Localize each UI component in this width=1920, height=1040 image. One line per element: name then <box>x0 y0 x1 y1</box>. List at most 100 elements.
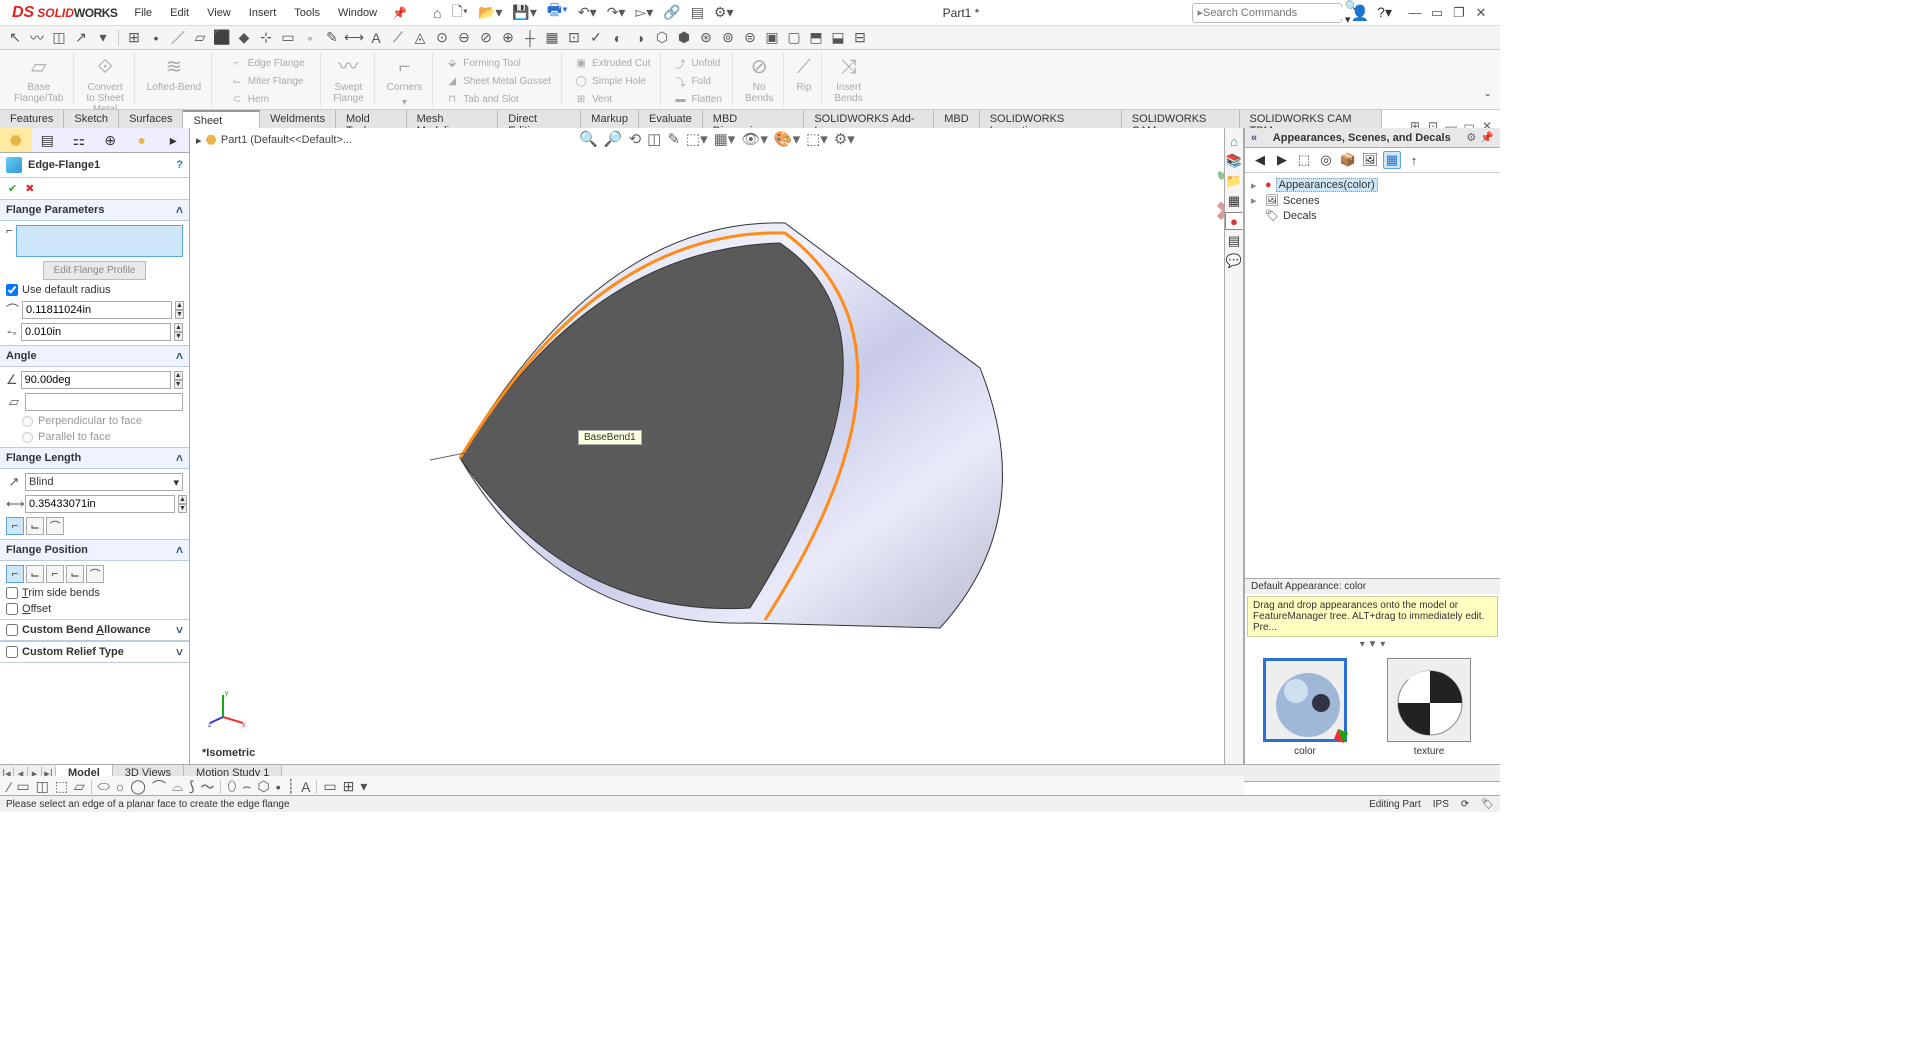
section-custom-bend-allowance[interactable]: Custom Bend Allowance ˅ <box>0 619 189 641</box>
collapse-pane-icon[interactable]: « <box>1251 132 1257 144</box>
reference-face-input[interactable] <box>25 393 183 411</box>
display-manager-tab-icon[interactable]: ● <box>126 128 158 152</box>
filter-center-icon[interactable]: ⊕ <box>499 29 517 47</box>
feature-manager-tab-icon[interactable]: ⬣ <box>0 128 32 152</box>
tp-file-explorer-icon[interactable]: 📁 <box>1225 172 1243 190</box>
maximize-icon[interactable]: ❐ <box>1450 5 1468 21</box>
filter-misc5-icon[interactable]: ⊛ <box>697 29 715 47</box>
expand-tree-icon[interactable]: ▸ <box>196 134 202 147</box>
hem-button[interactable]: ⊂Hem <box>226 90 309 108</box>
filter-hole-icon[interactable]: ⊘ <box>477 29 495 47</box>
sketch-more-icon[interactable]: ▾ <box>360 778 367 795</box>
filter-misc1-icon[interactable]: ◐ <box>609 29 627 47</box>
section-flange-length[interactable]: Flange Length˄ <box>0 447 189 469</box>
filter-solid-icon[interactable]: ⬛ <box>213 29 231 47</box>
appearance-target-icon[interactable]: ◎ <box>1317 151 1335 169</box>
filter-cosmetic-icon[interactable]: ⊖ <box>455 29 473 47</box>
filter-face-icon[interactable]: ▱ <box>191 29 209 47</box>
help-icon[interactable]: ?▾ <box>1377 4 1392 21</box>
sketch-slot-icon[interactable]: ⬭ <box>98 778 110 795</box>
filter-sf-icon[interactable]: ✓ <box>587 29 605 47</box>
outer-virtual-sharp-icon[interactable]: ⌐ <box>6 517 24 535</box>
user-icon[interactable]: 👤 <box>1350 4 1369 22</box>
pin-menu-icon[interactable]: 📌 <box>386 6 413 20</box>
redo-icon[interactable]: ↷▾ <box>605 2 628 23</box>
perpendicular-radio[interactable]: Perpendicular to face <box>6 415 183 427</box>
tp-design-library-icon[interactable]: 📚 <box>1225 152 1243 170</box>
sketch-polygon-icon[interactable]: ⬡ <box>258 778 270 795</box>
cam-manager-tab-icon[interactable]: ▸ <box>158 128 190 152</box>
search-commands[interactable]: ▸ 🔍▾ <box>1192 3 1342 23</box>
pm-cancel-icon[interactable]: ✖ <box>25 182 34 195</box>
swatch-texture[interactable]: texture <box>1387 658 1471 757</box>
box-select-icon[interactable]: ◫ <box>50 29 68 47</box>
filter-sketch-icon[interactable]: ✎ <box>323 29 341 47</box>
save-icon[interactable]: 💾▾ <box>510 2 538 23</box>
end-condition-combo[interactable]: Blind▾ <box>25 473 183 491</box>
spinner[interactable]: ▲▼ <box>174 323 183 341</box>
offset-checkbox[interactable]: Offset <box>6 603 183 615</box>
zoom-area-icon[interactable]: 🔎 <box>604 130 623 148</box>
select-arrow-icon[interactable]: ↖ <box>6 29 24 47</box>
task-pane-options-icon[interactable]: ⚙ <box>1466 131 1476 144</box>
filter-misc12-icon[interactable]: ⊟ <box>851 29 869 47</box>
sketch-ellipse-icon[interactable]: ⬯ <box>227 778 236 795</box>
edit-flange-profile-button[interactable]: Edit Flange Profile <box>43 261 147 280</box>
display-style-icon[interactable]: ▦▾ <box>714 130 736 148</box>
sketch-plane-icon[interactable]: ▭ <box>323 778 336 795</box>
menu-tools[interactable]: Tools <box>285 3 329 23</box>
unfold-button[interactable]: ⤴Unfold <box>669 54 726 72</box>
filter-plane-icon[interactable]: ▭ <box>279 29 297 47</box>
tp-forum-icon[interactable]: 💬 <box>1225 252 1243 270</box>
fold-button[interactable]: ⤵Fold <box>669 72 726 90</box>
expand-icon[interactable]: ▸ <box>1251 194 1261 207</box>
edge-flange-button[interactable]: ⌐Edge Flange <box>226 54 309 72</box>
miter-flange-button[interactable]: ⌙Miter Flange <box>226 72 309 90</box>
crt-input[interactable] <box>6 646 18 658</box>
graphics-viewport[interactable]: ▸ ⬣ Part1 (Default<<Default>... 🔍 🔎 ⟲ ◫ … <box>190 128 1244 765</box>
filter-misc3-icon[interactable]: ⬡ <box>653 29 671 47</box>
material-outside-icon[interactable]: ⌙ <box>26 565 44 583</box>
status-tag-icon[interactable]: 🏷 <box>1481 799 1494 810</box>
filter-gtol-icon[interactable]: ⊡ <box>565 29 583 47</box>
no-bends-button[interactable]: ⊘No Bends <box>741 54 777 106</box>
appearance-box-icon[interactable]: 📦 <box>1339 151 1357 169</box>
close-icon[interactable]: ✕ <box>1472 5 1490 21</box>
menu-edit[interactable]: Edit <box>161 3 198 23</box>
tp-appearances-icon[interactable]: ● <box>1225 212 1243 230</box>
new-doc-icon[interactable]: 🗋▾ <box>450 0 470 27</box>
sketch-center-rect-icon[interactable]: ◫ <box>36 778 49 795</box>
apply-scene-icon[interactable]: ⬚▾ <box>806 130 828 148</box>
use-default-radius-input[interactable] <box>6 284 18 296</box>
filter-centerline-icon[interactable]: ┼ <box>521 29 539 47</box>
rip-button[interactable]: ⟋Rip <box>792 54 815 95</box>
edit-appearance-icon[interactable]: 🎨▾ <box>774 130 800 148</box>
convert-sheet-metal-button[interactable]: ⟐Convert to Sheet Metal <box>82 54 127 117</box>
section-angle[interactable]: Angle˄ <box>0 345 189 367</box>
filter-dowel-icon[interactable]: ⊙ <box>433 29 451 47</box>
spinner[interactable]: ▲▼ <box>175 301 184 319</box>
ribbon-expand-icon[interactable]: ˇ <box>1485 91 1490 107</box>
print-icon[interactable]: 🖶▾ <box>545 0 570 28</box>
sketch-corner-rect-icon[interactable]: ▭ <box>16 778 29 795</box>
filter-misc4-icon[interactable]: ⬢ <box>675 29 693 47</box>
arrow-icon[interactable]: ↗ <box>72 29 90 47</box>
appearance-home-icon[interactable]: ⬚ <box>1295 151 1313 169</box>
filter-dim-icon[interactable]: ⟷ <box>345 29 363 47</box>
sketch-3pt-arc-icon[interactable]: ⌓ <box>172 778 183 795</box>
section-flange-position[interactable]: Flange Position˄ <box>0 539 189 561</box>
search-input[interactable] <box>1203 7 1345 19</box>
gusset-button[interactable]: ◢Sheet Metal Gusset <box>441 72 555 90</box>
filter-misc9-icon[interactable]: ▢ <box>785 29 803 47</box>
trim-side-bends-checkbox[interactable]: TTrim side bendsrim side bends <box>6 587 183 599</box>
sketch-line-icon[interactable]: ∕ <box>8 779 10 795</box>
vent-button[interactable]: ⊞Vent <box>570 90 654 108</box>
base-flange-button[interactable]: ▱Base Flange/Tab <box>10 54 67 106</box>
section-view-icon[interactable]: ◫ <box>647 130 661 148</box>
filter-datum-icon[interactable]: ◬ <box>411 29 429 47</box>
forming-tool-button[interactable]: ⬙Forming Tool <box>441 54 555 72</box>
appearance-scene-icon[interactable]: 🖼 <box>1361 151 1379 169</box>
tree-appearances[interactable]: ▸ ● Appearances(color) <box>1251 177 1494 193</box>
tp-resources-icon[interactable]: ⌂ <box>1225 132 1243 150</box>
file-props-icon[interactable]: ▤ <box>689 2 706 23</box>
